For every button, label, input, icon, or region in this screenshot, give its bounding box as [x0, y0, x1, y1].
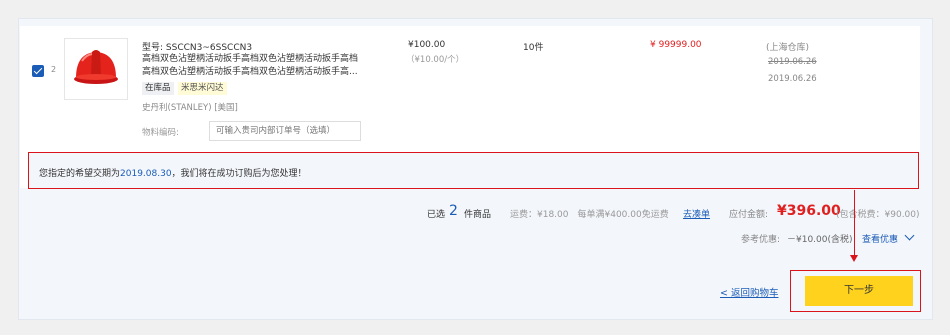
back-to-cart-link[interactable]: < 返回购物车 — [720, 285, 778, 299]
item-index: 2 — [51, 65, 57, 74]
selected-label: 已选 — [427, 210, 446, 220]
description-line: 高档双色沾塑柄活动扳手高档双色沾塑柄活动扳手高... — [142, 67, 358, 77]
tax-note: (包含税费：¥90.00) — [836, 210, 920, 220]
original-delivery-date: 2019.06.26 — [768, 57, 817, 67]
in-stock-badge: 在库品 — [142, 82, 174, 95]
amount-due: ¥396.00 — [777, 203, 841, 219]
material-code-input[interactable] — [209, 121, 361, 141]
product-image[interactable] — [64, 38, 128, 100]
notice-date: 2019.08.30 — [120, 169, 172, 179]
flash-delivery-badge: 米思米闪达 — [178, 82, 227, 95]
next-step-button[interactable]: 下一步 — [805, 276, 913, 306]
annotation-arrow-head — [850, 255, 858, 262]
item-unit-price: （¥10.00/个） — [406, 55, 465, 65]
next-button-highlight: 下一步 — [790, 270, 921, 312]
delivery-date: 2019.06.26 — [768, 74, 817, 84]
notice-text: 您指定的希望交期为2019.08.30，我们将在成功订购后为您处理！ — [39, 166, 307, 179]
product-description[interactable]: 高档双色沾塑柄活动扳手高档双色沾塑柄活动扳手高档 高档双色沾塑柄活动扳手高档双色… — [142, 53, 367, 79]
amount-due-label: 应付金额: — [729, 210, 769, 220]
notice-prefix: 您指定的希望交期为 — [39, 169, 121, 179]
item-subtotal: ¥ 99999.00 — [650, 40, 702, 50]
brand-label: 史丹利(STANLEY) [美国] — [142, 103, 238, 113]
helmet-icon — [74, 50, 118, 84]
reference-discount-value: －¥10.00(含税) — [787, 235, 853, 245]
selected-unit: 件商品 — [464, 210, 492, 220]
description-line: 高档双色沾塑柄活动扳手高档双色沾塑柄活动扳手高档 — [142, 54, 359, 64]
notice-suffix: ，我们将在成功订购后为您处理！ — [171, 169, 307, 179]
product-model: 型号: SSCCN3~6SSCCN3 — [142, 43, 253, 53]
view-discount-link[interactable]: 查看优惠 — [862, 232, 898, 245]
item-price: ¥100.00 — [408, 40, 446, 50]
delivery-notice: 您指定的希望交期为2019.08.30，我们将在成功订购后为您处理！ — [28, 152, 919, 189]
reference-discount-label: 参考优惠: — [741, 235, 781, 245]
item-checkbox[interactable] — [32, 65, 44, 77]
warehouse-label: (上海仓库) — [766, 43, 810, 53]
selected-count: 2 — [449, 203, 458, 219]
add-items-link[interactable]: 去凑单 — [683, 207, 710, 220]
annotation-arrow — [854, 190, 855, 258]
material-code-label: 物料编码: — [142, 128, 179, 138]
item-quantity: 10件 — [523, 43, 544, 53]
shipping-info: 运费：¥18.00 每单满¥400.00免运费 — [510, 210, 669, 220]
